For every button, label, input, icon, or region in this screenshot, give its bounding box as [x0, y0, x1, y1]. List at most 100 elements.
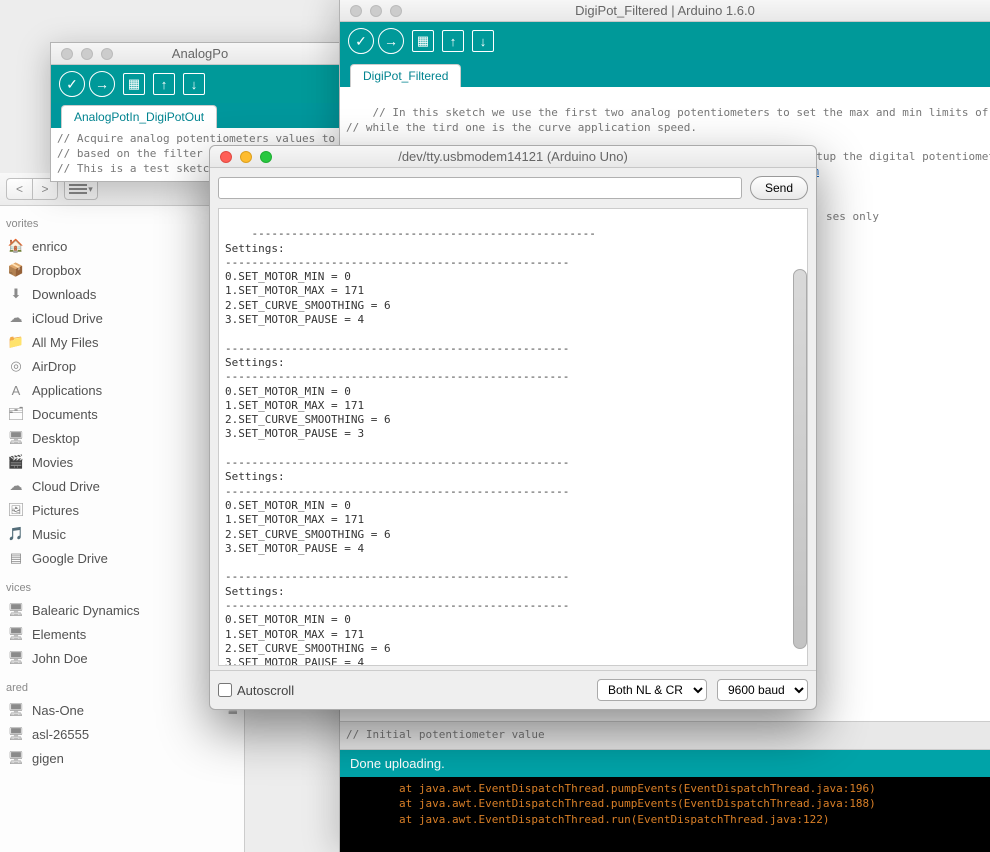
sidebar-item[interactable]: A Applications	[0, 378, 244, 402]
serial-output-text: ----------------------------------------…	[225, 227, 596, 666]
arduino-toolbar: ✓ → ▦ ↑ ↓	[340, 22, 990, 60]
sidebar-item-label: enrico	[32, 239, 67, 254]
finder-sidebar: vorites 🏠 enrico 📦 Dropbox ⬇ Downloads ☁ iCloud …	[0, 206, 244, 770]
open-button[interactable]: ↑	[442, 30, 464, 52]
sidebar-item[interactable]: ☁ Cloud Drive	[0, 474, 244, 498]
folder-icon: 🖥	[8, 602, 24, 618]
titlebar: DigiPot_Filtered | Arduino 1.6.0	[340, 0, 990, 22]
sidebar-item-label: Balearic Dynamics	[32, 603, 140, 618]
scrollbar-thumb[interactable]	[793, 269, 807, 649]
sidebar-item-label: gigen	[32, 751, 64, 766]
new-button[interactable]: ▦	[123, 73, 145, 95]
sidebar-group-header: vices	[0, 570, 244, 598]
folder-icon: ☁	[8, 310, 24, 326]
titlebar: /dev/tty.usbmodem14121 (Arduino Uno)	[210, 146, 816, 168]
sidebar-item-label: Nas-One	[32, 703, 84, 718]
send-button[interactable]: Send	[750, 176, 808, 200]
open-button[interactable]: ↑	[153, 73, 175, 95]
sidebar-item[interactable]: 🏠 enrico	[0, 234, 244, 258]
autoscroll-label: Autoscroll	[237, 683, 294, 698]
folder-icon: 📦	[8, 262, 24, 278]
serial-output[interactable]: ----------------------------------------…	[218, 208, 808, 666]
sidebar-item-label: All My Files	[32, 335, 98, 350]
sidebar-item[interactable]: ◎ AirDrop	[0, 354, 244, 378]
titlebar: AnalogPo	[51, 43, 349, 65]
sidebar-item[interactable]: 🎬 Movies	[0, 450, 244, 474]
sidebar-item[interactable]: 🗂 Documents	[0, 402, 244, 426]
new-button[interactable]: ▦	[412, 30, 434, 52]
sidebar-item-label: Desktop	[32, 431, 80, 446]
sidebar-item-label: Google Drive	[32, 551, 108, 566]
sidebar-item-label: John Doe	[32, 651, 88, 666]
sidebar-item-label: Cloud Drive	[32, 479, 100, 494]
baud-select[interactable]: 9600 baud	[717, 679, 808, 701]
folder-icon: 🖼	[8, 502, 24, 518]
sidebar-item-label: AirDrop	[32, 359, 76, 374]
folder-icon: 🖥	[8, 626, 24, 642]
sidebar-item[interactable]: 🎵 Music	[0, 522, 244, 546]
sidebar-item[interactable]: 📁 All My Files	[0, 330, 244, 354]
folder-icon: 📁	[8, 334, 24, 350]
sidebar-item[interactable]: 🖼 Pictures	[0, 498, 244, 522]
code-comment: // Initial potentiometer value	[340, 724, 990, 747]
autoscroll-input[interactable]	[218, 683, 232, 697]
serial-input-row: Send	[210, 168, 816, 208]
arduino-toolbar: ✓ → ▦ ↑ ↓	[51, 65, 349, 103]
sketch-tab[interactable]: AnalogPotIn_DigiPotOut	[61, 105, 217, 128]
verify-button[interactable]: ✓	[59, 71, 85, 97]
status-bar: Done uploading.	[340, 750, 990, 777]
autoscroll-checkbox[interactable]: Autoscroll	[218, 683, 294, 698]
sidebar-item[interactable]: ⬇ Downloads	[0, 282, 244, 306]
upload-button[interactable]: →	[378, 28, 404, 54]
sidebar-item-label: Pictures	[32, 503, 79, 518]
sidebar-item[interactable]: 🖥 Elements	[0, 622, 244, 646]
save-button[interactable]: ↓	[472, 30, 494, 52]
folder-icon: 🖥	[8, 726, 24, 742]
sidebar-item-label: Documents	[32, 407, 98, 422]
serial-input-field[interactable]	[218, 177, 742, 199]
sidebar-item-label: Music	[32, 527, 66, 542]
serial-bottom-bar: Autoscroll Both NL & CR 9600 baud	[210, 670, 816, 709]
sidebar-item-label: Movies	[32, 455, 73, 470]
folder-icon: 🎬	[8, 454, 24, 470]
sidebar-item-label: iCloud Drive	[32, 311, 103, 326]
sidebar-item-label: asl-26555	[32, 727, 89, 742]
folder-icon: 🖥	[8, 430, 24, 446]
window-title: DigiPot_Filtered | Arduino 1.6.0	[340, 3, 990, 18]
sidebar-item[interactable]: ☁ iCloud Drive	[0, 306, 244, 330]
folder-icon: 🖥	[8, 650, 24, 666]
sidebar-item[interactable]: 🖥 asl-26555	[0, 722, 244, 746]
sidebar-group-header: ared	[0, 670, 244, 698]
folder-icon: 🗂	[8, 406, 24, 422]
upload-button[interactable]: →	[89, 71, 115, 97]
sidebar-item[interactable]: ▤ Google Drive	[0, 546, 244, 570]
window-title: /dev/tty.usbmodem14121 (Arduino Uno)	[210, 149, 816, 164]
back-button[interactable]: <	[6, 178, 32, 200]
folder-icon: 🎵	[8, 526, 24, 542]
line-ending-select[interactable]: Both NL & CR	[597, 679, 707, 701]
sidebar-item[interactable]: 🖥gigen	[0, 746, 244, 770]
window-title: AnalogPo	[51, 46, 349, 61]
serial-monitor-window: /dev/tty.usbmodem14121 (Arduino Uno) Sen…	[209, 145, 817, 710]
save-button[interactable]: ↓	[183, 73, 205, 95]
sketch-tab[interactable]: DigiPot_Filtered	[350, 64, 461, 87]
sidebar-item[interactable]: 🖥 Desktop	[0, 426, 244, 450]
folder-icon: ▤	[8, 550, 24, 566]
sidebar-item-label: Elements	[32, 627, 86, 642]
sidebar-item[interactable]: 📦 Dropbox	[0, 258, 244, 282]
error-console[interactable]: at java.awt.EventDispatchThread.pumpEven…	[340, 777, 990, 852]
folder-icon: ◎	[8, 358, 24, 374]
sidebar-item[interactable]: 🖥Nas-One⏏	[0, 698, 244, 722]
sidebar-item[interactable]: 🖥 John Doe	[0, 646, 244, 670]
verify-button[interactable]: ✓	[348, 28, 374, 54]
folder-icon: ☁	[8, 478, 24, 494]
folder-icon: 🏠	[8, 238, 24, 254]
folder-icon: ⬇	[8, 286, 24, 302]
sidebar-item-label: Dropbox	[32, 263, 81, 278]
sidebar-group-header: vorites	[0, 206, 244, 234]
sidebar-item[interactable]: 🖥 Balearic Dynamics	[0, 598, 244, 622]
code-fragment: ses only	[826, 210, 879, 223]
folder-icon: A	[8, 382, 24, 398]
sidebar-item-label: Applications	[32, 383, 102, 398]
sidebar-item-label: Downloads	[32, 287, 96, 302]
